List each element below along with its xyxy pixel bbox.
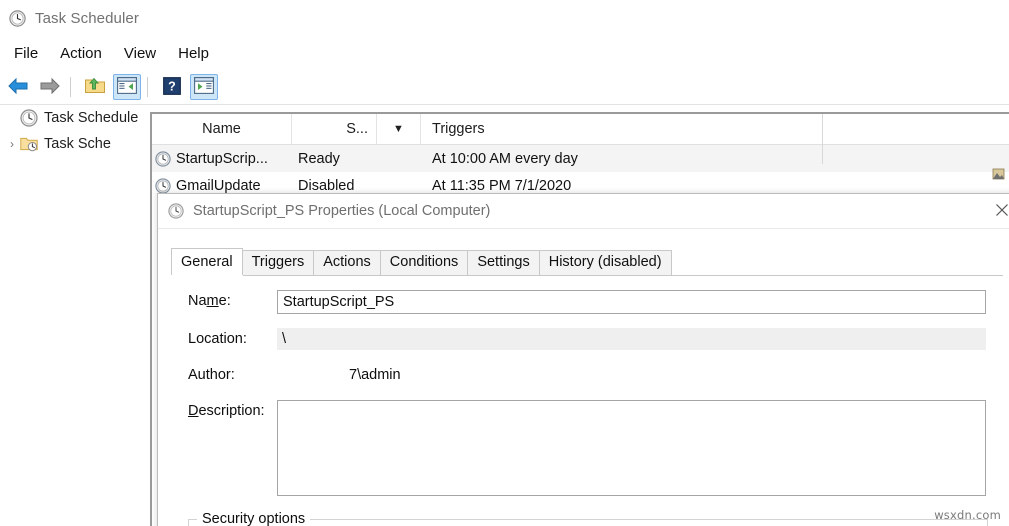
security-options-label: Security options	[197, 511, 311, 526]
active-tab-notch	[171, 275, 243, 277]
location-label: Location:	[188, 331, 247, 347]
tree-item-label: Task Sche	[44, 136, 111, 152]
clock-icon	[155, 150, 171, 167]
name-input[interactable]: StartupScript_PS	[277, 290, 986, 314]
tree-item-label: Task Schedule	[44, 110, 139, 126]
toolbar: ?	[0, 70, 1009, 105]
clock-icon	[20, 109, 38, 127]
dialog-title-divider	[158, 228, 1009, 229]
toolbar-separator-1	[70, 77, 71, 97]
open-folder-button[interactable]	[81, 74, 109, 100]
arrow-right-icon	[39, 77, 61, 98]
menu-item-file[interactable]: File	[3, 43, 49, 64]
name-field-row: Name: StartupScript_PS	[171, 290, 1003, 314]
task-name-label: GmailUpdate	[176, 177, 261, 194]
menu-bar: File Action View Help	[0, 38, 1009, 68]
console-tree-icon	[117, 77, 137, 97]
dialog-title-bar: StartupScript_PS Properties (Local Compu…	[158, 194, 1009, 228]
author-value: 7\admin	[349, 367, 401, 383]
task-triggers-cell: At 11:35 PM 7/1/2020	[432, 177, 572, 194]
question-icon: ?	[163, 76, 181, 98]
forward-button[interactable]	[36, 74, 64, 100]
location-value: \	[277, 328, 986, 350]
author-field-row: Author: 7\admin	[171, 364, 1003, 386]
menu-item-help[interactable]: Help	[167, 43, 220, 64]
task-scheduler-window: Task Scheduler File Action View Help ? T…	[0, 0, 1009, 526]
menu-item-view[interactable]: View	[113, 43, 167, 64]
folder-up-icon	[84, 76, 106, 98]
watermark: wsxdn.com	[934, 508, 1001, 522]
show-console-tree-button[interactable]	[113, 74, 141, 100]
task-folder-icon	[20, 135, 38, 153]
tab-general[interactable]: General	[171, 248, 243, 275]
toolbar-separator-2	[147, 77, 148, 97]
task-name-label: StartupScrip...	[176, 150, 268, 167]
menu-item-action[interactable]: Action	[49, 43, 113, 64]
security-options-group: Security options	[188, 511, 988, 526]
console-tree-pane: › Task Schedule › T	[0, 105, 148, 526]
task-triggers-cell: At 10:00 AM every day	[432, 150, 578, 167]
clock-icon	[168, 203, 184, 219]
svg-text:?: ?	[168, 79, 176, 93]
clock-icon	[9, 9, 26, 27]
list-column-divider	[822, 114, 823, 164]
description-label: Description:	[188, 403, 265, 419]
task-properties-dialog: StartupScript_PS Properties (Local Compu…	[157, 193, 1009, 526]
chevron-down-icon: ▼	[393, 123, 404, 135]
general-tab-panel: Name: StartupScript_PS Location: \ Autho…	[171, 275, 1003, 526]
description-field-row: Description:	[171, 400, 1003, 496]
column-header-status[interactable]: S...	[292, 114, 377, 144]
tree-item-task-scheduler-library[interactable]: › Task Sche	[0, 131, 148, 157]
window-title: Task Scheduler	[35, 9, 139, 27]
tab-history[interactable]: History (disabled)	[538, 250, 672, 275]
task-list-header: Name S... ▼ Triggers	[152, 114, 1009, 145]
task-status-cell: Ready	[298, 150, 340, 167]
tab-settings[interactable]: Settings	[467, 250, 540, 275]
task-name-cell: GmailUpdate	[152, 178, 292, 194]
arrow-left-icon	[7, 77, 29, 98]
dialog-title: StartupScript_PS Properties (Local Compu…	[193, 203, 491, 219]
column-header-triggers[interactable]: Triggers	[421, 114, 961, 144]
task-status-cell: Disabled	[298, 177, 355, 194]
tree-item-task-scheduler-local[interactable]: › Task Schedule	[0, 105, 148, 131]
next-run-cell-thumb	[992, 167, 1006, 181]
window-title-bar: Task Scheduler	[0, 0, 1009, 36]
chevron-right-icon[interactable]: ›	[4, 137, 20, 151]
name-label: Name:	[188, 293, 231, 309]
location-field-row: Location: \	[171, 328, 1003, 350]
tab-conditions[interactable]: Conditions	[379, 250, 469, 275]
show-action-pane-button[interactable]	[190, 74, 218, 100]
clock-icon	[155, 177, 171, 194]
author-label: Author:	[188, 367, 235, 383]
help-button[interactable]: ?	[158, 74, 186, 100]
column-header-name[interactable]: Name	[152, 114, 292, 144]
dialog-tab-strip: General Triggers Actions Conditions Sett…	[171, 248, 1009, 275]
tab-triggers[interactable]: Triggers	[241, 250, 315, 275]
column-header-sort-indicator[interactable]: ▼	[377, 114, 421, 144]
back-button[interactable]	[4, 74, 32, 100]
task-name-cell: StartupScrip...	[152, 151, 292, 167]
tab-actions[interactable]: Actions	[313, 250, 381, 275]
description-textarea[interactable]	[277, 400, 986, 496]
action-pane-icon	[194, 77, 214, 97]
close-icon[interactable]	[979, 194, 1009, 226]
table-row[interactable]: StartupScrip... Ready At 10:00 AM every …	[152, 145, 1009, 172]
